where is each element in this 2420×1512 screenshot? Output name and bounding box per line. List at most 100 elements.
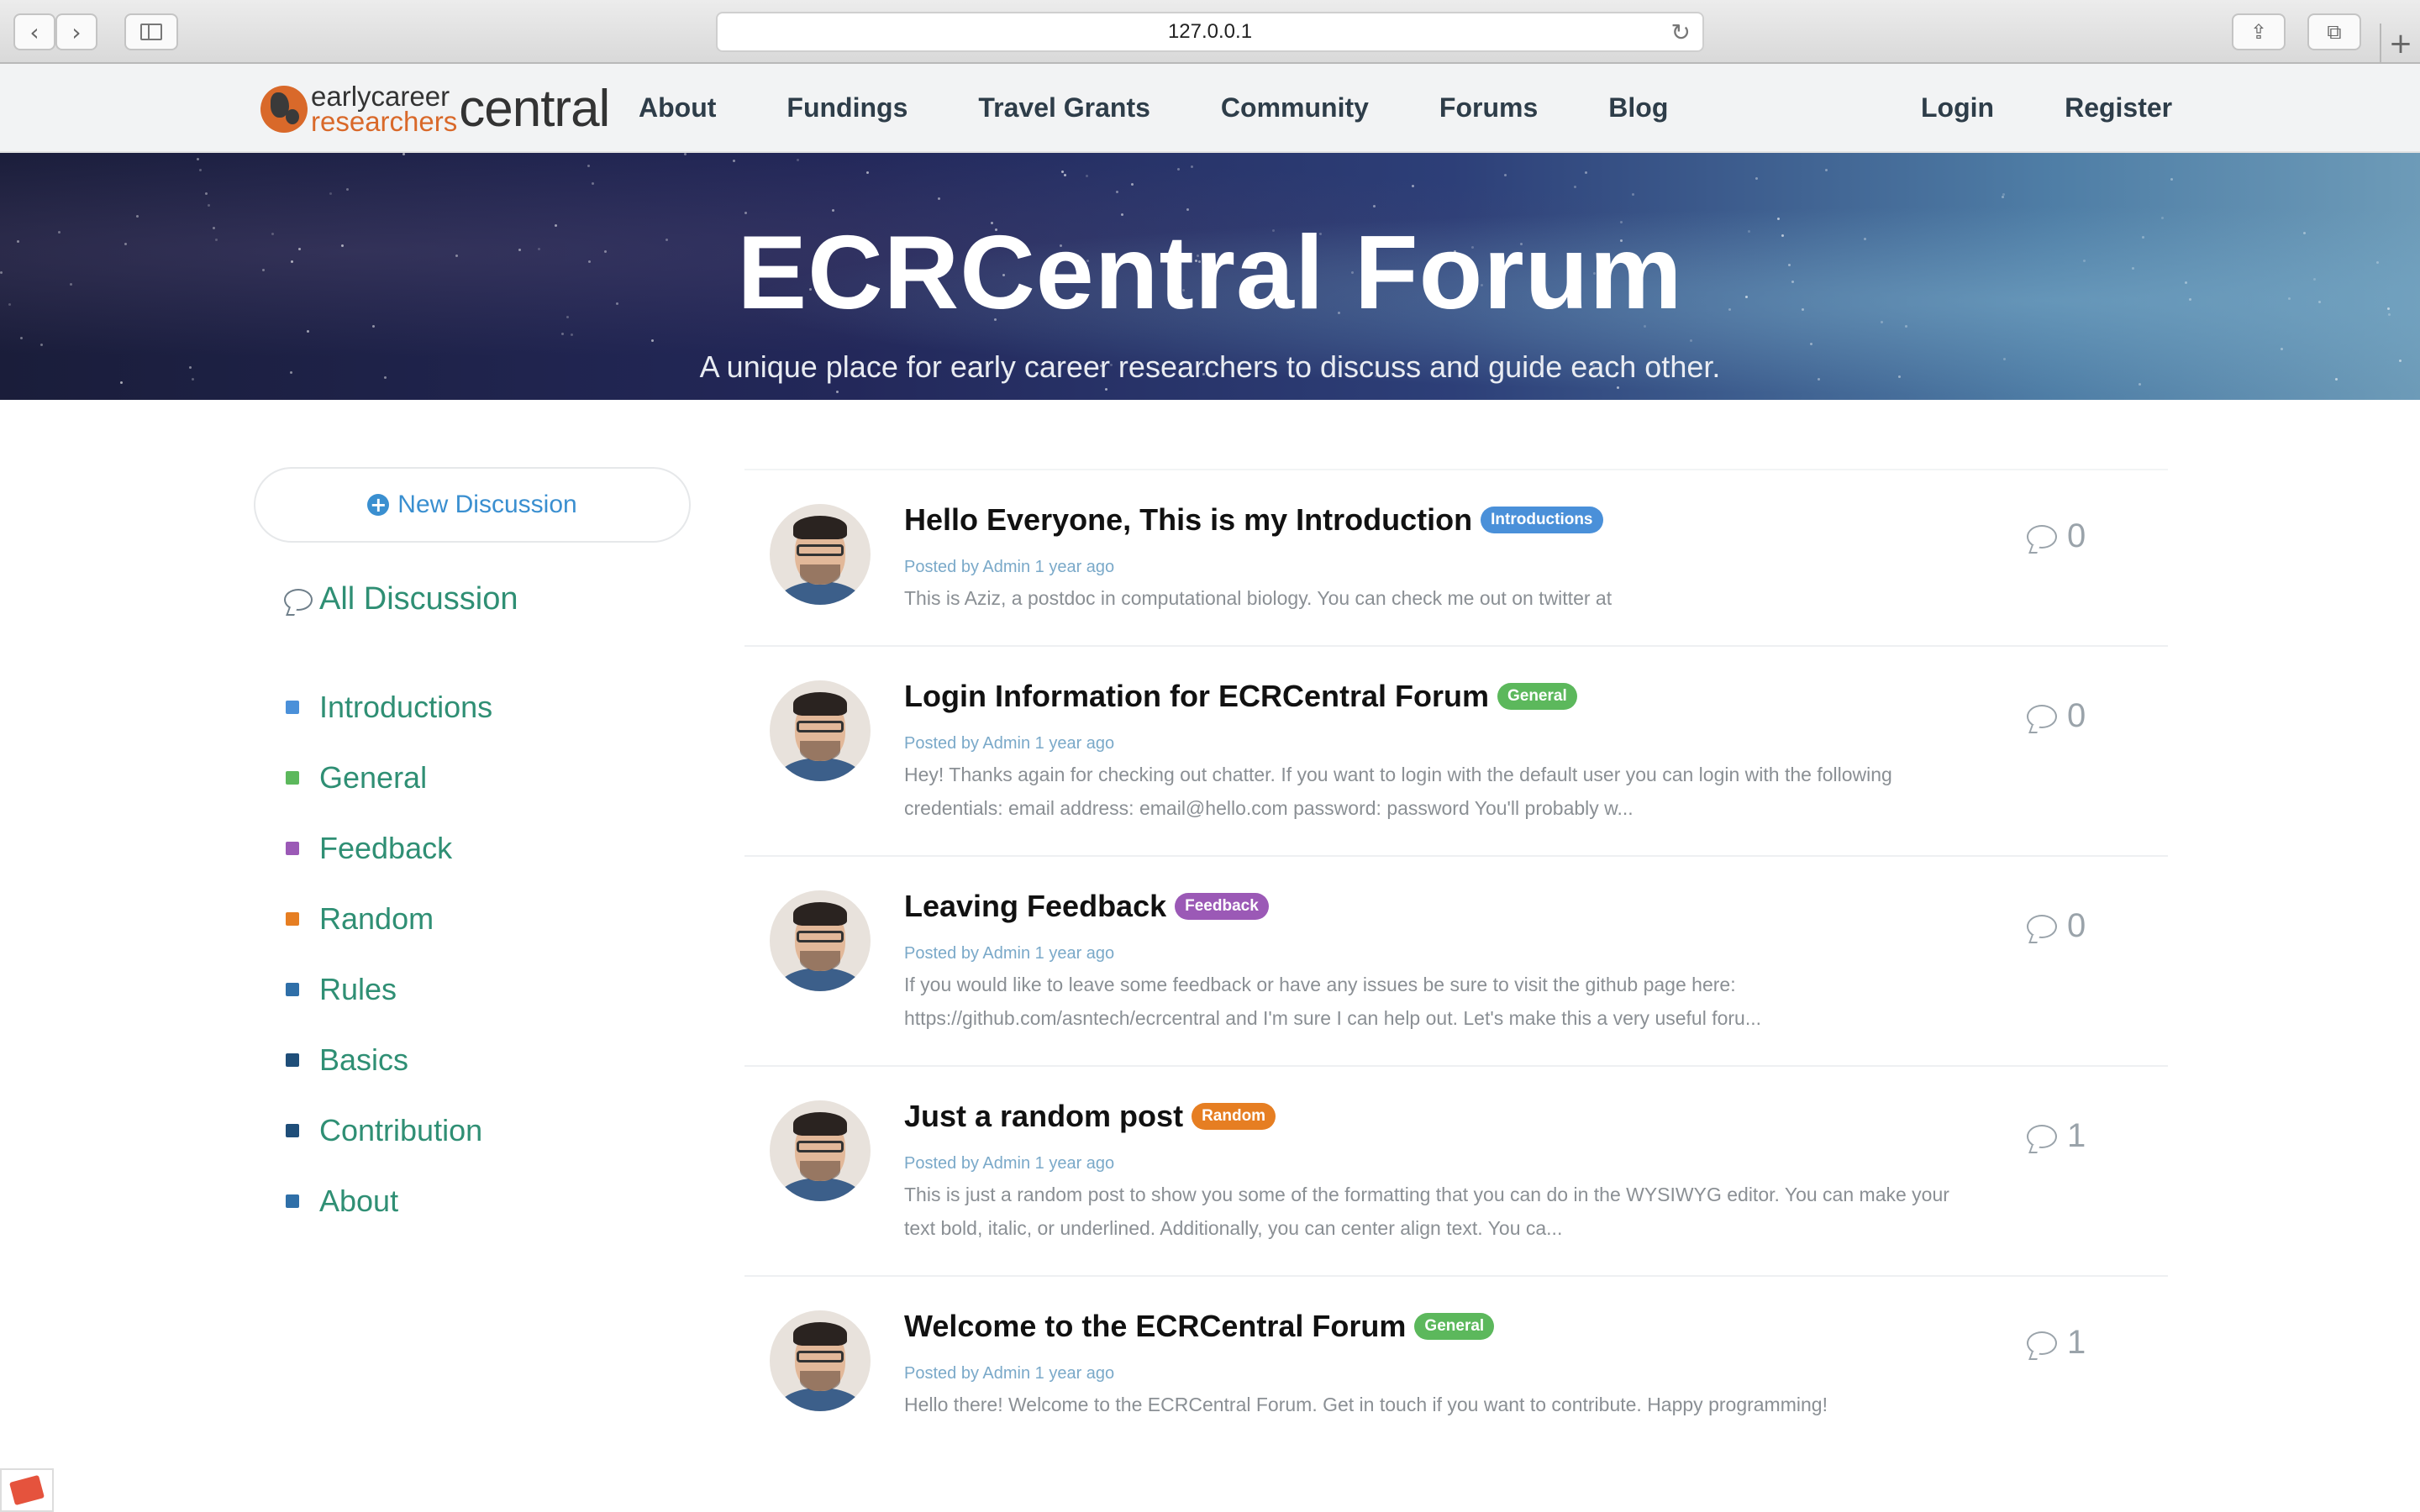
star-decoration bbox=[1592, 365, 1595, 367]
nav-travel-grants[interactable]: Travel Grants bbox=[978, 92, 1150, 123]
address-bar[interactable]: 127.0.0.1 ↻ bbox=[716, 12, 1704, 52]
discussion-title[interactable]: Login Information for ECRCentral Forum bbox=[904, 679, 1489, 714]
comment-icon bbox=[2027, 524, 2057, 549]
discussion-row[interactable]: Hello Everyone, This is my Introduction I… bbox=[744, 469, 2168, 645]
all-discussion-label: All Discussion bbox=[319, 581, 518, 617]
star-decoration bbox=[1064, 174, 1066, 176]
avatar[interactable] bbox=[770, 1100, 871, 1201]
reload-icon[interactable]: ↻ bbox=[1671, 18, 1691, 46]
category-item[interactable]: Feedback bbox=[286, 813, 492, 884]
star-decoration bbox=[1825, 169, 1828, 171]
discussion-title[interactable]: Leaving Feedback bbox=[904, 889, 1166, 924]
logo-line2: researchers bbox=[311, 106, 458, 137]
all-discussion-link[interactable]: All Discussion bbox=[284, 581, 518, 617]
discussion-title[interactable]: Just a random post bbox=[904, 1099, 1183, 1134]
discussion-title[interactable]: Hello Everyone, This is my Introduction bbox=[904, 502, 1472, 538]
debug-toolbar-button[interactable] bbox=[0, 1468, 54, 1512]
star-decoration bbox=[1644, 325, 1646, 328]
star-decoration bbox=[1454, 250, 1456, 253]
avatar[interactable] bbox=[770, 1310, 871, 1411]
discussion-title-row: Hello Everyone, This is my Introduction I… bbox=[904, 502, 1603, 538]
star-decoration bbox=[2303, 232, 2306, 234]
star-decoration bbox=[2002, 196, 2004, 198]
comment-count-value: 0 bbox=[2067, 907, 2086, 944]
avatar[interactable] bbox=[770, 680, 871, 781]
category-item[interactable]: General bbox=[286, 743, 492, 813]
new-discussion-label: New Discussion bbox=[397, 491, 577, 518]
star-decoration bbox=[271, 233, 274, 235]
star-decoration bbox=[588, 260, 591, 263]
category-item[interactable]: Random bbox=[286, 884, 492, 954]
category-badge[interactable]: Feedback bbox=[1175, 893, 1269, 920]
star-decoration bbox=[1574, 186, 1576, 188]
star-decoration bbox=[571, 333, 573, 336]
star-decoration bbox=[555, 224, 557, 227]
star-decoration bbox=[1061, 171, 1064, 173]
category-item[interactable]: About bbox=[286, 1166, 492, 1236]
category-item[interactable]: Introductions bbox=[286, 672, 492, 743]
star-decoration bbox=[2003, 358, 2006, 360]
discussion-meta: Posted by Admin 1 year ago bbox=[904, 734, 1115, 753]
star-decoration bbox=[938, 197, 940, 200]
new-tab-button[interactable]: + bbox=[2380, 24, 2420, 64]
nav-about[interactable]: About bbox=[639, 92, 716, 123]
hero-title: ECRCentral Forum bbox=[737, 215, 1683, 331]
new-discussion-button[interactable]: + New Discussion bbox=[254, 467, 691, 543]
star-decoration bbox=[1788, 264, 1791, 266]
star-decoration bbox=[298, 248, 301, 250]
category-badge[interactable]: Introductions bbox=[1481, 507, 1603, 533]
nav-forums[interactable]: Forums bbox=[1439, 92, 1538, 123]
star-decoration bbox=[2335, 378, 2338, 381]
star-decoration bbox=[651, 339, 654, 342]
star-decoration bbox=[1412, 185, 1414, 187]
category-color-icon bbox=[286, 1194, 299, 1208]
login-link[interactable]: Login bbox=[1921, 92, 1994, 123]
star-decoration bbox=[744, 212, 747, 214]
back-button[interactable]: ‹ bbox=[13, 13, 55, 50]
forward-button[interactable]: › bbox=[55, 13, 97, 50]
category-item[interactable]: Rules bbox=[286, 954, 492, 1025]
discussion-title[interactable]: Welcome to the ECRCentral Forum bbox=[904, 1309, 1406, 1344]
category-label: Basics bbox=[319, 1042, 409, 1077]
register-link[interactable]: Register bbox=[2065, 92, 2172, 123]
share-button[interactable]: ⇪ bbox=[2232, 13, 2286, 50]
star-decoration bbox=[587, 165, 590, 167]
discussion-row[interactable]: Leaving Feedback Feedback Posted by Admin … bbox=[744, 855, 2168, 1065]
star-decoration bbox=[797, 159, 799, 161]
star-decoration bbox=[17, 240, 19, 243]
nav-blog[interactable]: Blog bbox=[1608, 92, 1668, 123]
category-badge[interactable]: Random bbox=[1192, 1103, 1276, 1130]
star-decoration bbox=[372, 325, 375, 328]
discussion-row[interactable]: Welcome to the ECRCentral Forum General Po… bbox=[744, 1275, 2168, 1452]
star-decoration bbox=[1585, 171, 1587, 174]
avatar[interactable] bbox=[770, 504, 871, 605]
category-label: Feedback bbox=[319, 831, 453, 865]
site-logo[interactable]: earlycareer researchers central bbox=[260, 82, 610, 137]
sidebar-toggle-button[interactable] bbox=[124, 13, 178, 50]
nav-fundings[interactable]: Fundings bbox=[786, 92, 908, 123]
star-decoration bbox=[1006, 370, 1008, 373]
nav-community[interactable]: Community bbox=[1221, 92, 1369, 123]
star-decoration bbox=[1177, 168, 1180, 171]
star-decoration bbox=[592, 182, 594, 185]
category-badge[interactable]: General bbox=[1497, 683, 1577, 710]
star-decoration bbox=[2399, 360, 2402, 362]
category-item[interactable]: Basics bbox=[286, 1025, 492, 1095]
star-decoration bbox=[197, 158, 199, 160]
star-decoration bbox=[666, 239, 668, 241]
chevron-left-icon: ‹ bbox=[29, 18, 39, 46]
app-icon bbox=[8, 1474, 45, 1506]
star-decoration bbox=[70, 283, 72, 286]
category-item[interactable]: Contribution bbox=[286, 1095, 492, 1166]
discussion-row[interactable]: Login Information for ECRCentral Forum Ge… bbox=[744, 645, 2168, 855]
star-decoration bbox=[290, 371, 292, 374]
tabs-button[interactable]: ⧉ bbox=[2307, 13, 2361, 50]
category-badge[interactable]: General bbox=[1414, 1313, 1495, 1340]
star-decoration bbox=[307, 330, 309, 333]
star-decoration bbox=[2376, 261, 2379, 264]
star-decoration bbox=[192, 378, 194, 381]
discussion-row[interactable]: Just a random post Random Posted by Admin … bbox=[744, 1065, 2168, 1275]
avatar[interactable] bbox=[770, 890, 871, 991]
star-decoration bbox=[747, 302, 750, 305]
star-decoration bbox=[1202, 373, 1205, 375]
